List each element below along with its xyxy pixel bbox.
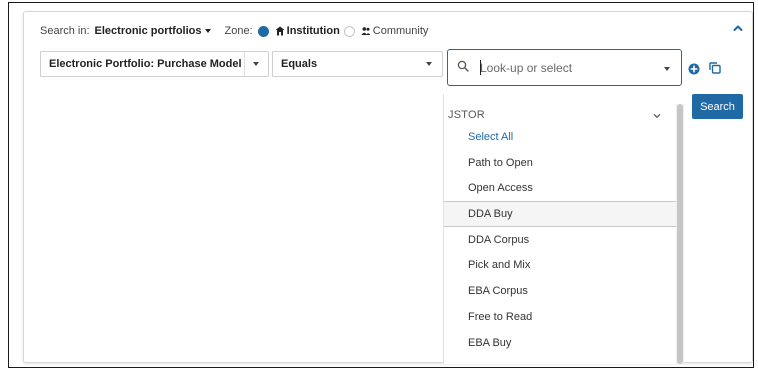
dropdown-group-label: JSTOR — [448, 109, 485, 121]
zone-institution-label: Institution — [286, 25, 340, 37]
scrollbar-thumb[interactable] — [677, 104, 683, 364]
dropdown-item[interactable]: Free to Read — [444, 304, 676, 330]
zone-label: Zone: — [224, 25, 253, 37]
field-select-value: Electronic Portfolio: Purchase Model — [49, 58, 242, 70]
dropdown-item[interactable]: EBA Corpus — [444, 278, 676, 304]
dropdown-options: Select All Path to Open Open Access DDA … — [444, 124, 676, 355]
chevron-down-icon[interactable] — [653, 113, 661, 119]
search-button[interactable]: Search — [692, 94, 743, 119]
text-cursor — [480, 60, 481, 75]
operator-select[interactable]: Equals — [272, 51, 443, 77]
field-select-toggle[interactable] — [244, 52, 268, 76]
caret-down-icon[interactable] — [664, 67, 670, 71]
screenshot-frame: Search in: Electronic portfolios Zone: I… — [8, 2, 754, 368]
value-dropdown-list: JSTOR Select All Path to Open Open Acces… — [443, 94, 684, 364]
chevron-up-icon[interactable] — [732, 22, 744, 34]
search-in-dropdown[interactable]: Electronic portfolios — [95, 25, 202, 37]
dropdown-group-header[interactable]: JSTOR — [444, 94, 676, 124]
advanced-search-panel: Search in: Electronic portfolios Zone: I… — [23, 11, 753, 364]
search-in-label: Search in: — [40, 25, 90, 37]
dropdown-item-hovered[interactable]: DDA Buy — [444, 201, 676, 227]
copy-icon[interactable] — [709, 62, 721, 74]
dropdown-scrollbar[interactable] — [676, 104, 684, 364]
dropdown-item[interactable]: EBA Buy — [444, 330, 676, 356]
add-circle-icon[interactable] — [688, 63, 700, 75]
zone-community-radio[interactable] — [343, 25, 355, 37]
dropdown-item[interactable]: Path to Open — [444, 150, 676, 176]
dropdown-item-select-all[interactable]: Select All — [444, 124, 676, 150]
dropdown-item[interactable]: Pick and Mix — [444, 252, 676, 278]
zone-institution-option[interactable]: Institution — [275, 25, 340, 37]
search-icon — [457, 60, 469, 72]
institution-icon — [275, 26, 285, 36]
field-select[interactable]: Electronic Portfolio: Purchase Model — [40, 51, 269, 77]
dropdown-item[interactable]: DDA Corpus — [444, 227, 676, 253]
caret-down-icon — [253, 62, 259, 66]
search-scope-row: Search in: Electronic portfolios Zone: I… — [40, 23, 428, 39]
caret-down-icon[interactable] — [204, 29, 211, 33]
value-lookup-input[interactable] — [480, 60, 650, 76]
zone-institution-radio[interactable] — [257, 25, 269, 37]
zone-community-option[interactable]: Community — [361, 25, 429, 37]
caret-down-icon — [426, 62, 432, 66]
operator-select-toggle[interactable] — [418, 52, 442, 76]
zone-community-label: Community — [372, 25, 429, 37]
community-icon — [361, 27, 371, 35]
dropdown-item[interactable]: Open Access — [444, 175, 676, 201]
operator-select-value: Equals — [281, 58, 318, 70]
value-lookup-field[interactable] — [447, 49, 682, 86]
